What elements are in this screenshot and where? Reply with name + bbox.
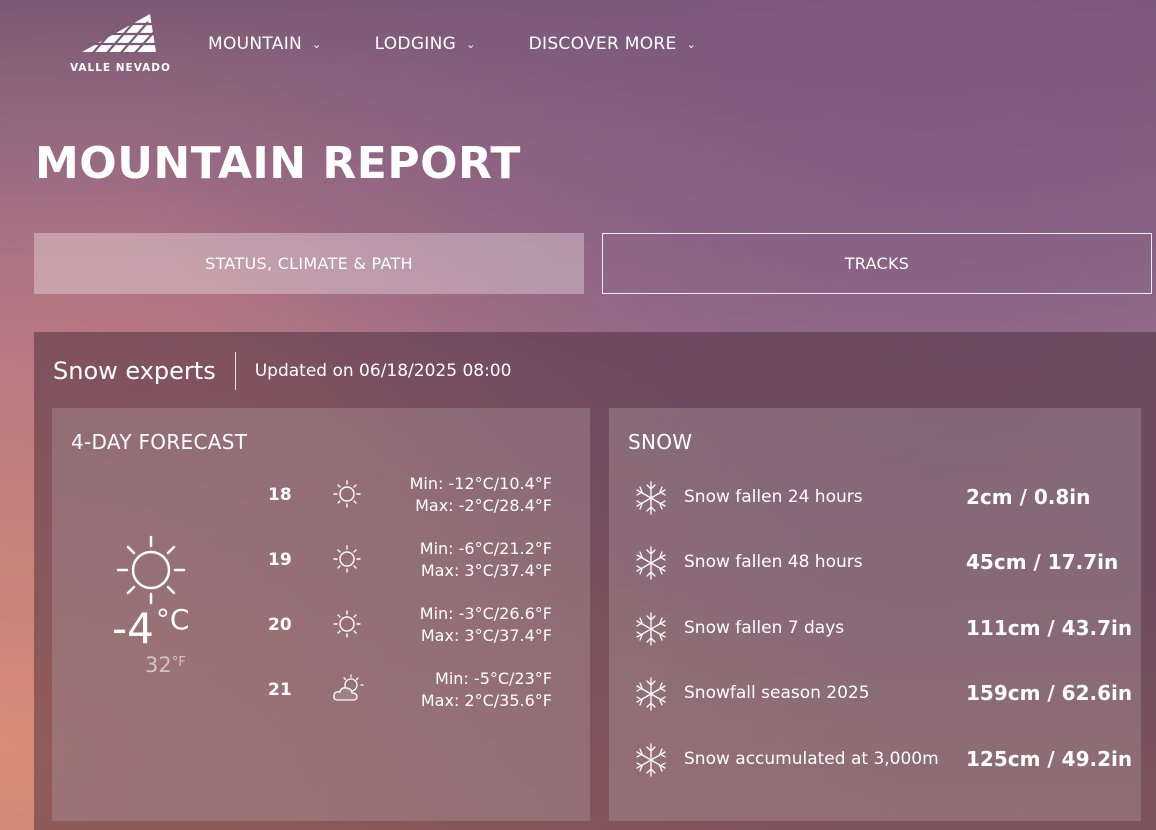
sun-icon — [333, 480, 361, 508]
nav-item-label: LODGING — [374, 34, 457, 54]
snow-row: Snow accumulated at 3,000m 125cm / 49.2i… — [609, 736, 1141, 786]
chevron-down-icon: ⌄ — [312, 37, 322, 51]
snow-title: SNOW — [628, 430, 693, 454]
snow-row: Snowfall season 2025 159cm / 62.6in — [609, 670, 1141, 720]
main-nav: MOUNTAIN ⌄ LODGING ⌄ DISCOVER MORE ⌄ — [208, 34, 749, 54]
forecast-row: 18 Min: -12°C/10.4°F Max: -2°C/28.4°F — [52, 473, 590, 525]
snow-card: SNOW Snow fallen 24 hours 2cm / 0.8in Sn… — [609, 408, 1141, 821]
forecast-row: 20 Min: -3°C/26.6°F Max: 3°C/37.4°F — [52, 603, 590, 655]
forecast-max: Max: 3°C/37.4°F — [420, 626, 552, 645]
snow-row: Snow fallen 48 hours 45cm / 17.7in — [609, 539, 1141, 589]
sun-icon — [333, 610, 361, 638]
forecast-day: 20 — [268, 615, 292, 635]
snow-row: Snow fallen 24 hours 2cm / 0.8in — [609, 474, 1141, 524]
nav-item-label: DISCOVER MORE — [528, 34, 677, 54]
snow-label: Snow fallen 24 hours — [684, 487, 863, 507]
snowflake-icon — [636, 612, 666, 646]
snow-value: 111cm / 43.7in — [966, 616, 1133, 640]
tab-tracks[interactable]: TRACKS — [602, 233, 1152, 294]
report-panel: Snow experts Updated on 06/18/2025 08:00… — [34, 332, 1156, 830]
forecast-minmax: Min: -6°C/21.2°F Max: 3°C/37.4°F — [420, 538, 552, 582]
nav-item-discover-more[interactable]: DISCOVER MORE ⌄ — [529, 34, 696, 54]
logo-text: VALLE NEVADO — [70, 62, 171, 74]
snow-row: Snow fallen 7 days 111cm / 43.7in — [609, 605, 1141, 655]
chevron-down-icon: ⌄ — [466, 37, 476, 51]
page-title: MOUNTAIN REPORT — [35, 138, 521, 189]
source-label: Snow experts — [53, 352, 236, 390]
forecast-min: Min: -12°C/10.4°F — [409, 474, 552, 493]
snowflake-icon — [636, 677, 666, 711]
forecast-minmax: Min: -12°C/10.4°F Max: -2°C/28.4°F — [410, 473, 552, 517]
snow-value: 125cm / 49.2in — [966, 747, 1133, 771]
updated-timestamp: Updated on 06/18/2025 08:00 — [254, 361, 512, 381]
snow-label: Snow fallen 48 hours — [684, 552, 863, 572]
forecast-max: Max: 2°C/35.6°F — [420, 691, 552, 710]
partly-cloudy-icon — [333, 674, 364, 701]
snow-value: 159cm / 62.6in — [966, 681, 1133, 705]
valle-nevado-logo[interactable]: VALLE NEVADO — [70, 14, 171, 76]
forecast-row: 21 Min: -5°C/23°F Max: 2°C/35.6°F — [52, 668, 590, 720]
forecast-min: Min: -3°C/26.6°F — [419, 604, 552, 623]
snowflake-icon — [636, 546, 666, 580]
forecast-card: 4-DAY FORECAST -4°C 32°F 18 Min: -12°C/1… — [52, 408, 590, 821]
forecast-row: 19 Min: -6°C/21.2°F Max: 3°C/37.4°F — [52, 538, 590, 590]
forecast-day: 21 — [268, 680, 292, 700]
chevron-down-icon: ⌄ — [686, 37, 697, 51]
forecast-min: Min: -6°C/21.2°F — [419, 539, 552, 558]
snowflake-icon — [636, 481, 666, 515]
mountain-logo-icon — [82, 14, 156, 54]
forecast-day: 18 — [268, 485, 292, 505]
snowflake-icon — [636, 743, 666, 777]
sun-icon — [333, 545, 361, 573]
nav-item-lodging[interactable]: LODGING ⌄ — [375, 34, 476, 54]
nav-item-label: MOUNTAIN — [208, 34, 303, 54]
tab-status-climate-path[interactable]: STATUS, CLIMATE & PATH — [34, 233, 584, 294]
forecast-minmax: Min: -3°C/26.6°F Max: 3°C/37.4°F — [420, 603, 552, 647]
panel-header: Snow experts Updated on 06/18/2025 08:00 — [53, 352, 511, 390]
snow-label: Snow fallen 7 days — [684, 618, 845, 638]
snow-value: 2cm / 0.8in — [966, 485, 1091, 509]
forecast-max: Max: 3°C/37.4°F — [420, 561, 552, 580]
forecast-min: Min: -5°C/23°F — [435, 669, 552, 688]
snow-label: Snow accumulated at 3,000m — [684, 749, 939, 769]
snow-value: 45cm / 17.7in — [966, 550, 1119, 574]
forecast-title: 4-DAY FORECAST — [71, 430, 248, 454]
snow-label: Snowfall season 2025 — [684, 683, 870, 703]
forecast-minmax: Min: -5°C/23°F Max: 2°C/35.6°F — [421, 668, 552, 712]
forecast-max: Max: -2°C/28.4°F — [415, 496, 552, 515]
nav-item-mountain[interactable]: MOUNTAIN ⌄ — [208, 34, 322, 54]
forecast-day: 19 — [268, 550, 292, 570]
